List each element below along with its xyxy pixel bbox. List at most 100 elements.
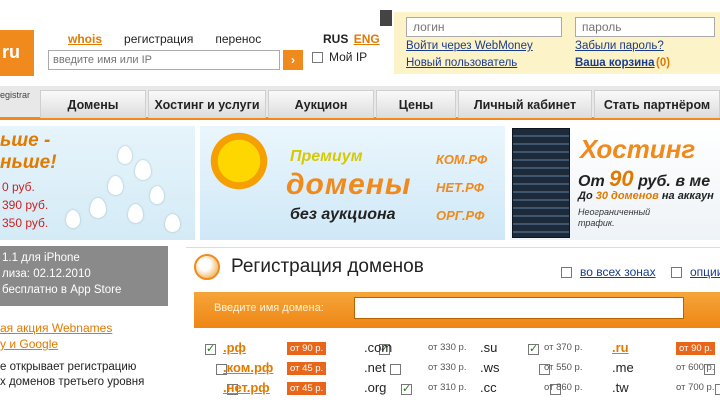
snowdrop-flower [118, 146, 132, 164]
snowdrop-flower [66, 210, 80, 228]
zone-price: от 330 р. [428, 342, 467, 353]
zone-price: от 550 р. [544, 362, 583, 373]
webmoney-login-link[interactable]: Войти через WebMoney [406, 40, 533, 52]
banner-no-auction-label: без аукциона [290, 206, 396, 223]
language-switch: RUS ENG [323, 32, 380, 46]
domain-name-input[interactable] [354, 297, 684, 319]
price-prefix: От [578, 173, 605, 190]
all-zones-link[interactable]: во всех зонах [580, 265, 656, 279]
tab-partner[interactable]: Стать партнёром [594, 90, 720, 118]
price-unit: руб. в ме [638, 173, 711, 190]
banner-traffic-label: трафик. [578, 218, 615, 228]
zone-price: от 700 р. [676, 382, 715, 393]
myip-label: Мой IP [329, 50, 368, 64]
tab-domains[interactable]: Домены [40, 90, 146, 118]
zone-name: .org [364, 380, 387, 395]
zone-price: от 370 р. [544, 342, 583, 353]
password-input[interactable] [575, 17, 715, 37]
cart-link[interactable]: Ваша корзина [575, 57, 655, 69]
promo-text: х доменов третьего уровня [0, 376, 145, 388]
banner-hosting-price: От 90 руб. в ме [578, 166, 710, 192]
news-line: лиза: 02.12.2010 [2, 268, 91, 280]
banner-left-title: ньше! [0, 152, 57, 173]
tab-prices[interactable]: Цены [376, 90, 456, 118]
zone-price: от 860 р. [544, 382, 583, 393]
banner-zone: КОМ.РФ [436, 152, 488, 167]
sun-icon [206, 128, 272, 194]
zone-name: .com [364, 340, 393, 355]
nav-transfer-link[interactable]: перенос [215, 32, 261, 46]
zone-name[interactable]: .ком.рф [223, 360, 273, 375]
domain-input-label: Введите имя домена: [214, 302, 324, 314]
myip-checkbox[interactable] [312, 51, 323, 63]
globe-icon [194, 254, 220, 280]
zone-name: .net [364, 360, 386, 375]
zone-price: от 45 р. [287, 382, 327, 395]
zone-price: от 45 р. [287, 362, 327, 375]
options-link[interactable]: опции [690, 265, 720, 279]
banner-premium-label: Премиум [290, 148, 363, 165]
zone-checkbox[interactable] [390, 364, 401, 376]
search-go-button[interactable]: › [283, 50, 303, 70]
snowdrop-flower [165, 214, 180, 232]
zone-checkbox[interactable] [401, 382, 412, 396]
new-user-link[interactable]: Новый пользователь [406, 57, 517, 69]
all-zones-option: во всех зонах [561, 265, 656, 279]
banner-hosting-domains: До 30 доменов на аккаун [578, 190, 714, 202]
forgot-password-link[interactable]: Забыли пароль? [575, 40, 664, 52]
zone-checkbox[interactable] [528, 342, 539, 356]
nav-registration-link[interactable]: регистрация [124, 32, 193, 46]
top-nav: whois регистрация перенос [68, 32, 283, 46]
banner-left-title: ьше - [0, 130, 51, 151]
zone-price: от 310 р. [428, 382, 467, 393]
promo-link[interactable]: у и Google [0, 337, 58, 351]
banner-hosting-title: Хостинг [580, 134, 696, 164]
domains-highlight: 30 доменов [595, 190, 659, 202]
zone-checkbox[interactable] [205, 342, 216, 356]
zone-name: .ws [480, 360, 500, 375]
zone-price: от 90 р. [287, 342, 327, 355]
price-value: 90 [609, 166, 634, 191]
login-input[interactable] [406, 17, 562, 37]
zone-name[interactable]: .рф [223, 340, 246, 355]
myip-option: Мой IP [312, 50, 367, 64]
cart-count: (0) [656, 57, 671, 69]
promo-text: е открывает регистрацию [0, 361, 137, 373]
banner-left-price: 390 руб. [2, 198, 49, 212]
whois-search-input[interactable] [48, 50, 280, 70]
snowdrop-flower [108, 176, 123, 195]
zone-price: от 330 р. [428, 362, 467, 373]
site-logo[interactable]: ru [0, 30, 34, 76]
banner-domains-label: домены [286, 168, 412, 201]
domains-suffix: на аккаун [661, 190, 714, 202]
lang-rus[interactable]: RUS [323, 32, 348, 46]
banner-left-price: 350 руб. [2, 216, 49, 230]
tab-account[interactable]: Личный кабинет [458, 90, 592, 118]
zone-price: от 90 р. [676, 342, 716, 355]
zone-name: .me [612, 360, 634, 375]
nav-whois-link[interactable]: whois [68, 32, 102, 46]
snowdrop-flower [128, 204, 143, 223]
section-divider [186, 247, 720, 248]
news-line: 1.1 для iPhone [2, 252, 80, 264]
options-checkbox[interactable] [671, 266, 682, 278]
banner-left-price: 0 руб. [2, 180, 35, 194]
banner-zone: ОРГ.РФ [436, 208, 485, 223]
promo-link[interactable]: ая акция Webnames [0, 321, 112, 335]
tab-auction[interactable]: Аукцион [268, 90, 374, 118]
tab-hosting[interactable]: Хостинг и услуги [148, 90, 266, 118]
all-zones-checkbox[interactable] [561, 266, 572, 278]
zone-name: .tw [612, 380, 629, 395]
zone-name[interactable]: .ru [612, 340, 629, 355]
registrar-label: egistrar [0, 90, 31, 100]
server-rack-icon [512, 128, 570, 238]
zone-checkbox[interactable] [715, 384, 720, 396]
lang-eng-link[interactable]: ENG [354, 32, 380, 46]
zone-name[interactable]: .нет.рф [223, 380, 270, 395]
banner-zone: НЕТ.РФ [436, 180, 484, 195]
scroll-handle[interactable] [380, 10, 392, 26]
domains-prefix: До [578, 190, 593, 202]
page-title: Регистрация доменов [231, 256, 424, 277]
zone-price: от 600 р. [676, 362, 715, 373]
snowdrop-flower [135, 160, 151, 180]
